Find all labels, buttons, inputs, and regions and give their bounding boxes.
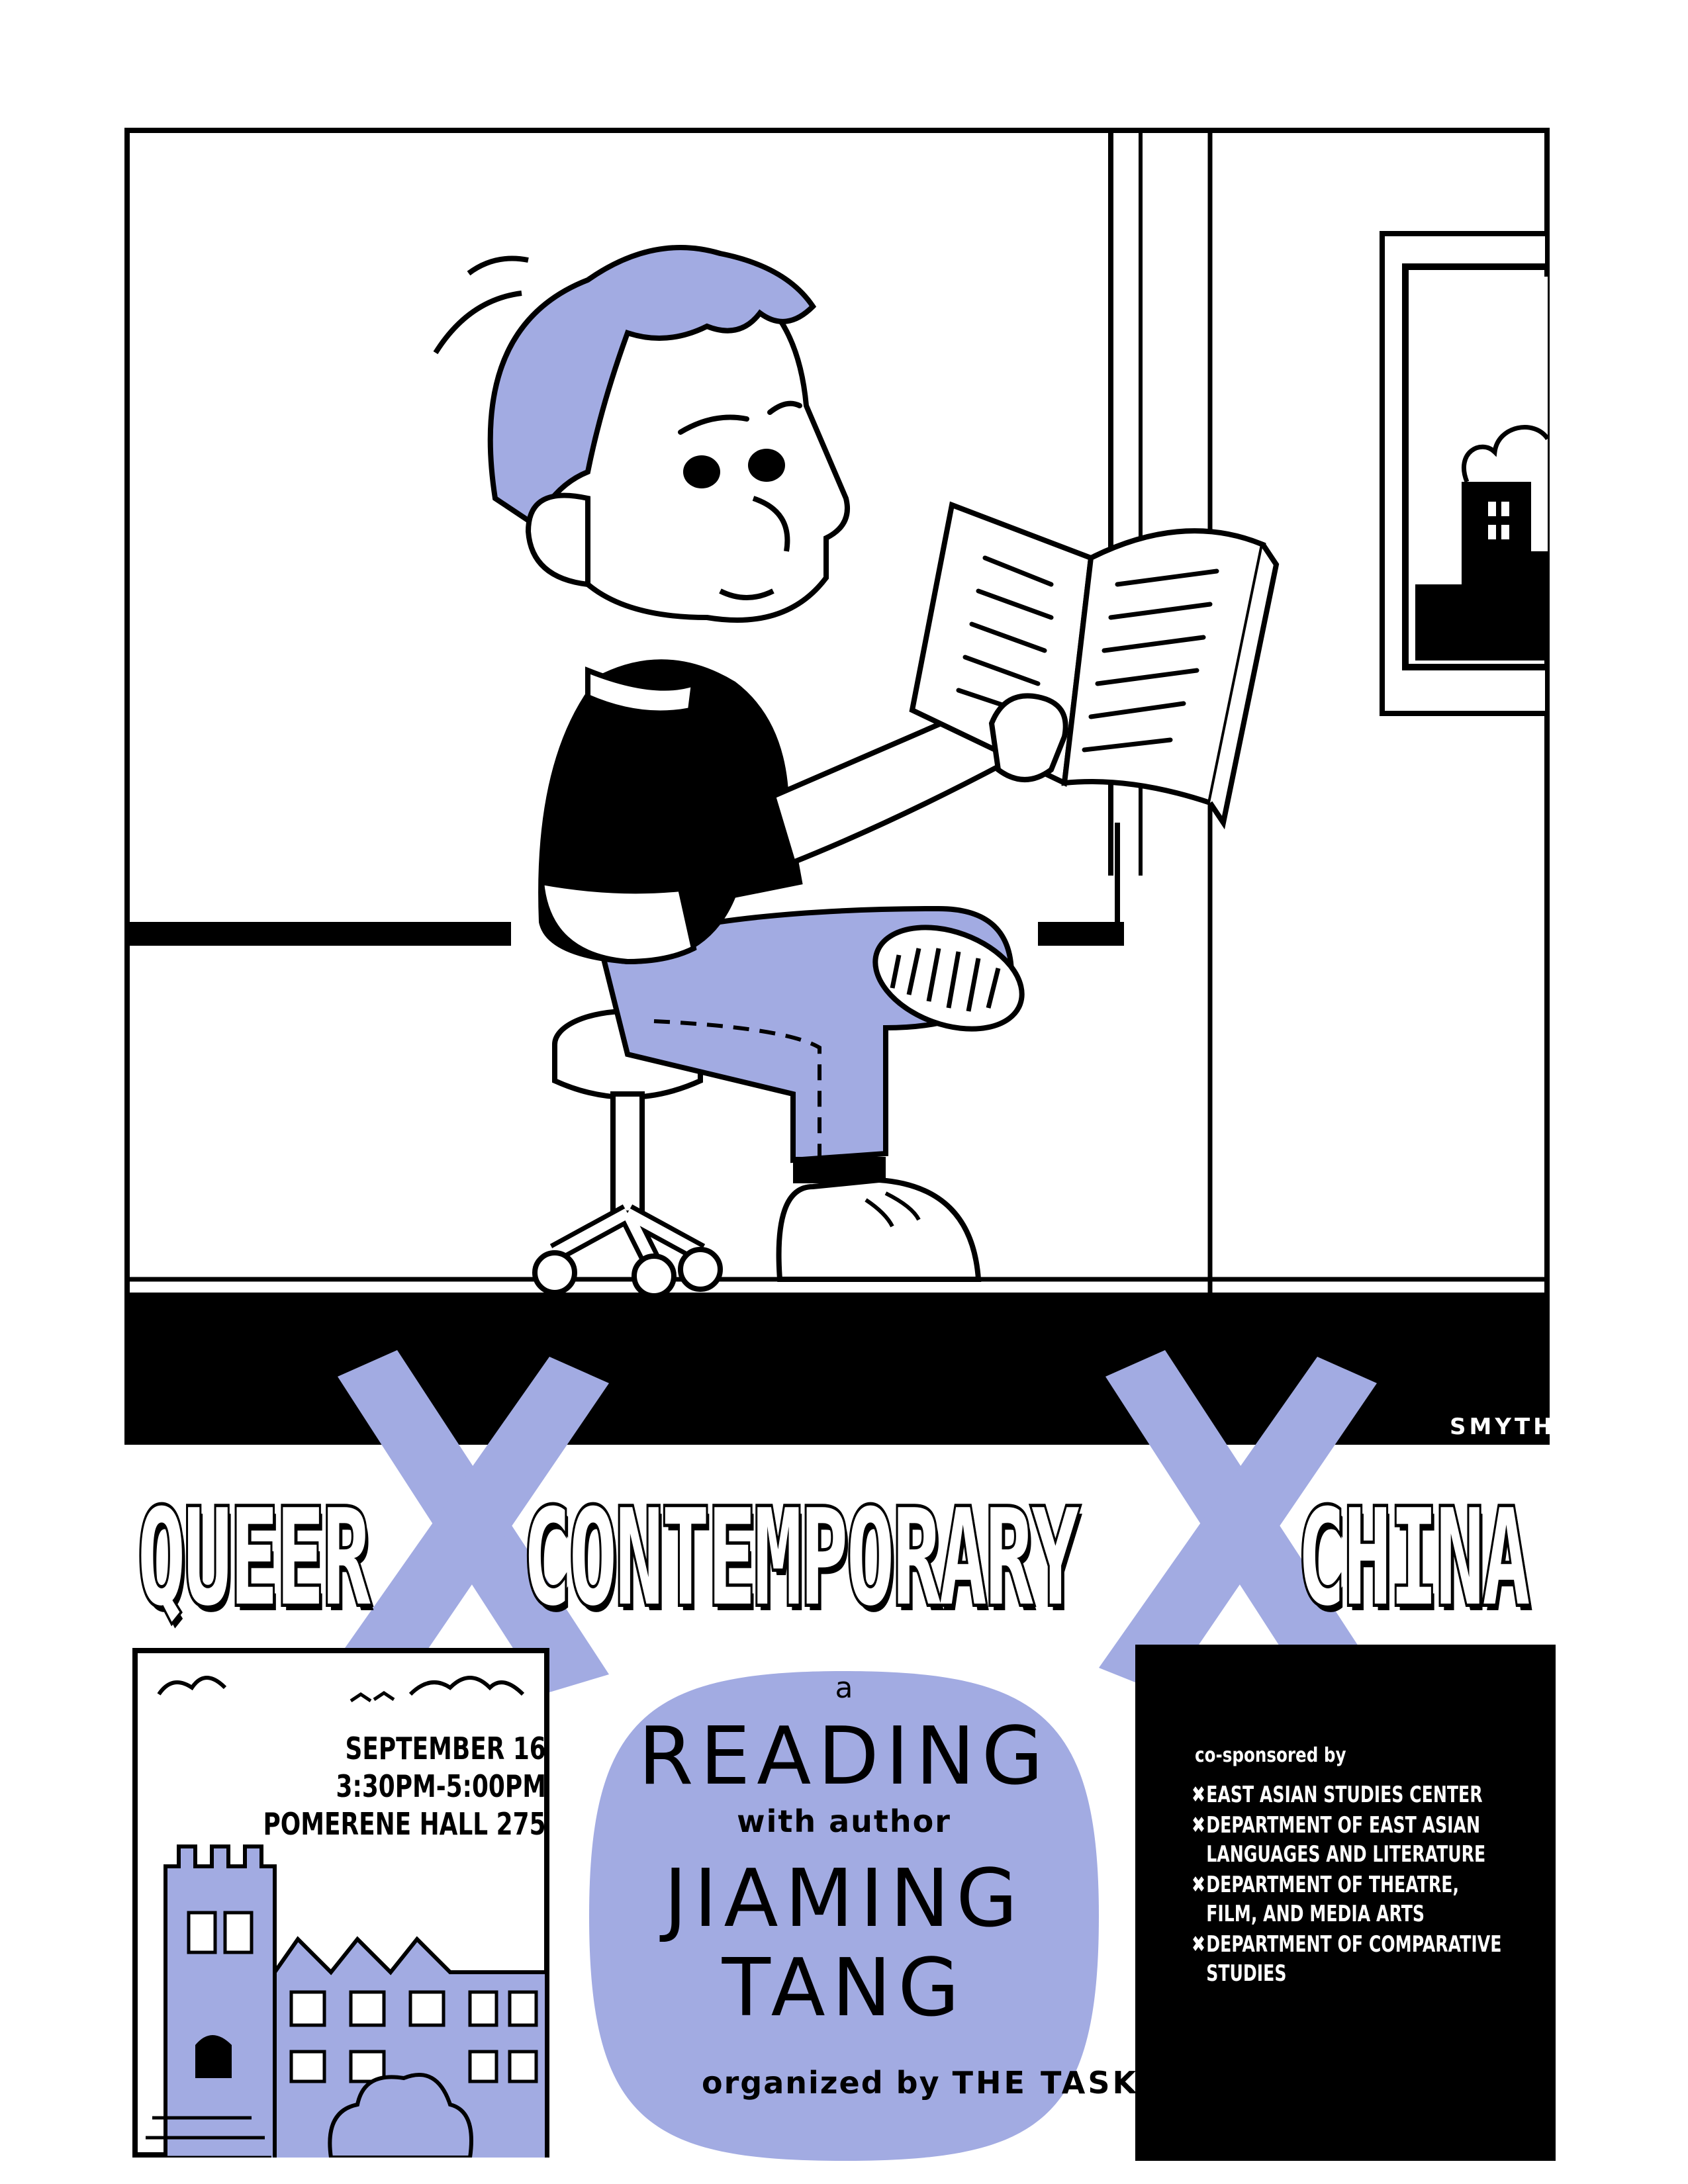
author-first-name: JIAMING: [663, 1853, 1025, 1945]
cross-bullet-icon: ✖: [1192, 1782, 1206, 1808]
reading-title: READING: [638, 1711, 1050, 1803]
title-word-queer: QUEER: [136, 1481, 373, 1635]
author-last-name: TANG: [722, 1942, 966, 2034]
title-word-china: CHINA: [1295, 1481, 1532, 1635]
sponsor-item: ✖DEPARTMENT OF EAST ASIAN LANGUAGES AND …: [1192, 1812, 1486, 1868]
organizer-name: THE TASK OF THE CURATOR: [952, 2065, 1486, 2101]
event-time: 3:30PM-5:00PM: [336, 1768, 546, 1804]
sponsor-item: ✖DEPARTMENT OF THEATRE, FILM, AND MEDIA …: [1192, 1872, 1460, 1927]
reader-illustration: [124, 128, 1550, 1445]
sponsor-heading: co-sponsored by: [1195, 1744, 1346, 1767]
cross-bullet-icon: ✖: [1192, 1812, 1206, 1839]
building-illustration: [132, 1648, 549, 2158]
with-author-label: with author: [737, 1803, 951, 1839]
title-word-contemporary: CONTEMPORARY: [521, 1481, 1082, 1635]
cross-bullet-icon: ✖: [1192, 1872, 1206, 1898]
organizer-prefix: organized by: [702, 2065, 941, 2101]
sponsor-item: ✖EAST ASIAN STUDIES CENTER: [1192, 1782, 1483, 1808]
cross-bullet-icon: ✖: [1192, 1931, 1206, 1958]
organizer-credit: organized by THE TASK OF THE CURATOR: [702, 2065, 1485, 2101]
reading-article: a: [835, 1671, 853, 1705]
sponsor-item: ✖DEPARTMENT OF COMPARATIVE STUDIES: [1192, 1931, 1502, 1987]
event-date: SEPTEMBER 16: [345, 1731, 546, 1766]
event-venue: POMERENE HALL 275: [263, 1806, 546, 1842]
